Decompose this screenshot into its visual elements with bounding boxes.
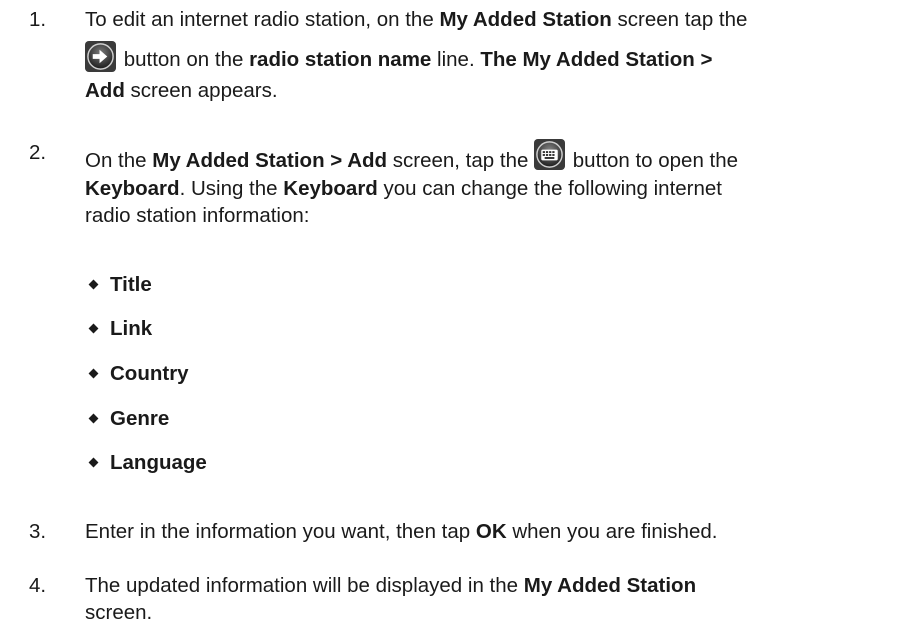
text: screen tap the — [611, 8, 748, 31]
bullet-item: Genre — [110, 407, 170, 430]
text: button to open the — [567, 149, 739, 172]
arrow-right-icon — [85, 41, 116, 72]
ui-term: OK — [475, 520, 507, 543]
ui-term: The My Added Station > — [480, 48, 713, 71]
step-number: 3. — [29, 520, 47, 543]
bullet-diamond-icon — [88, 279, 99, 290]
bullet-item: Title — [110, 273, 152, 296]
text: On the — [85, 149, 153, 172]
ui-term: My Added Station — [439, 8, 612, 31]
step-number: 2. — [29, 141, 47, 164]
bullet-item: Language — [110, 451, 207, 474]
text: button on the — [118, 48, 250, 71]
step-1-line-3: Add screen appears. — [85, 77, 885, 104]
ui-term: My Added Station > Add — [152, 149, 388, 172]
step-2-body: On the My Added Station > Add screen, ta… — [85, 133, 885, 229]
step-number: 4. — [29, 574, 47, 597]
ui-term: My Added Station — [523, 574, 697, 597]
step-2-line-2: Keyboard. Using the Keyboard you can cha… — [85, 175, 885, 202]
ui-term: radio station name — [249, 48, 432, 71]
step-2-line-1: On the My Added Station > Add screen, ta… — [85, 133, 885, 175]
text: you can change the following internet — [377, 177, 723, 200]
text: when you are finished. — [506, 520, 718, 543]
step-4-line-2: screen. — [85, 601, 153, 624]
bullet-diamond-icon — [88, 413, 99, 424]
text: The updated information will be displaye… — [85, 574, 524, 597]
step-1-line-2: button on the radio station name line. T… — [85, 33, 885, 77]
ui-term: Keyboard — [85, 177, 180, 200]
step-4-body: The updated information will be displaye… — [85, 572, 885, 626]
ui-term: Add — [85, 79, 125, 102]
keyboard-icon — [534, 139, 566, 170]
bullet-diamond-icon — [88, 368, 99, 379]
text: To edit an internet radio station, on th… — [85, 8, 440, 31]
bullet-diamond-icon — [88, 323, 99, 334]
step-2-line-3: radio station information: — [85, 204, 310, 227]
step-1-body: To edit an internet radio station, on th… — [85, 6, 885, 104]
text: . Using the — [179, 177, 284, 200]
step-number: 1. — [29, 8, 47, 31]
step-4-line-1: The updated information will be displaye… — [85, 572, 885, 599]
bullet-item: Country — [110, 362, 189, 385]
step-3-body: Enter in the information you want, then … — [85, 518, 885, 545]
text: line. — [431, 48, 481, 71]
text: screen, tap the — [387, 149, 535, 172]
text: Enter in the information you want, then … — [85, 520, 476, 543]
text: screen appears. — [124, 79, 278, 102]
bullet-item: Link — [110, 317, 153, 340]
ui-term: Keyboard — [283, 177, 378, 200]
step-1-line-1: To edit an internet radio station, on th… — [85, 6, 885, 33]
bullet-diamond-icon — [88, 457, 99, 468]
